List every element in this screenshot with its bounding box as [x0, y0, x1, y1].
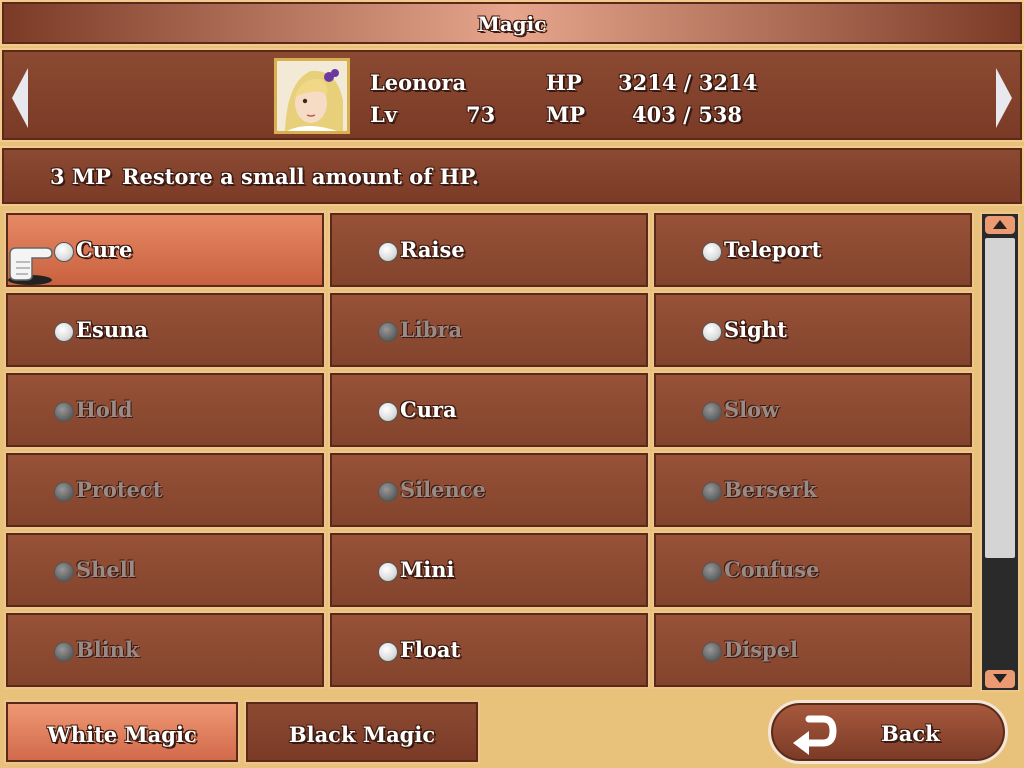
tab-white-magic[interactable]: White Magic — [4, 700, 240, 764]
spell-libra[interactable]: Libra — [328, 291, 650, 369]
tab-label: White Magic — [47, 722, 197, 747]
character-name: Leonora — [370, 70, 467, 95]
spell-name: Raise — [400, 237, 465, 262]
portrait-image — [277, 61, 347, 131]
orb-icon — [702, 562, 722, 582]
spell-dispel[interactable]: Dispel — [652, 611, 974, 689]
level-value: 73 — [466, 102, 496, 127]
spell-confuse[interactable]: Confuse — [652, 531, 974, 609]
title-bar: Magic — [0, 0, 1024, 46]
orb-icon — [54, 242, 74, 262]
spell-hold[interactable]: Hold — [4, 371, 326, 449]
back-button[interactable]: Back — [768, 700, 1008, 764]
mp-value: 403 / 538 — [632, 102, 742, 127]
orb-icon — [702, 402, 722, 422]
spell-blink[interactable]: Blink — [4, 611, 326, 689]
screen-title: Magic — [477, 12, 547, 36]
spell-name: Dispel — [724, 637, 799, 662]
scroll-thumb[interactable] — [985, 238, 1015, 558]
spell-shell[interactable]: Shell — [4, 531, 326, 609]
orb-icon — [378, 562, 398, 582]
spell-name: Shell — [76, 557, 136, 582]
spell-teleport[interactable]: Teleport — [652, 211, 974, 289]
pointing-hand-icon — [8, 247, 53, 285]
spell-esuna[interactable]: Esuna — [4, 291, 326, 369]
spell-name: Hold — [76, 397, 133, 422]
spell-silence[interactable]: Silence — [328, 451, 650, 529]
bottom-bar: White Magic Black Magic Back — [0, 696, 1024, 768]
orb-icon — [54, 402, 74, 422]
spell-name: Protect — [76, 477, 163, 502]
spell-name: Confuse — [724, 557, 820, 582]
spell-name: Teleport — [724, 237, 822, 262]
orb-icon — [702, 642, 722, 662]
orb-icon — [54, 482, 74, 502]
spell-float[interactable]: Float — [328, 611, 650, 689]
spell-name: Libra — [400, 317, 463, 342]
character-portrait — [274, 58, 350, 134]
orb-icon — [378, 402, 398, 422]
spell-sight[interactable]: Sight — [652, 291, 974, 369]
arrow-right-icon[interactable] — [996, 68, 1012, 128]
spell-name: Berserk — [724, 477, 817, 502]
scroll-up-button[interactable] — [985, 216, 1015, 234]
spell-protect[interactable]: Protect — [4, 451, 326, 529]
spell-name: Silence — [400, 477, 486, 502]
spell-slow[interactable]: Slow — [652, 371, 974, 449]
spell-grid: Cure Raise Teleport Esuna Libra Sight Hold Cura… — [4, 211, 976, 693]
orb-icon — [54, 322, 74, 342]
orb-icon — [378, 322, 398, 342]
orb-icon — [378, 242, 398, 262]
spell-mini[interactable]: Mini — [328, 531, 650, 609]
spell-name: Esuna — [76, 317, 148, 342]
scroll-down-button[interactable] — [985, 670, 1015, 688]
spell-cost: 3 MP — [50, 164, 111, 189]
orb-icon — [378, 482, 398, 502]
mp-label: MP — [546, 102, 586, 127]
orb-icon — [702, 322, 722, 342]
scrollbar[interactable] — [980, 212, 1020, 692]
hp-label: HP — [546, 70, 582, 95]
spell-berserk[interactable]: Berserk — [652, 451, 974, 529]
spell-description: Restore a small amount of HP. — [122, 164, 480, 189]
orb-icon — [54, 642, 74, 662]
level-label: Lv — [370, 102, 397, 127]
return-arrow-icon — [793, 715, 837, 755]
spell-name: Mini — [400, 557, 455, 582]
description-panel: 3 MP Restore a small amount of HP. — [0, 146, 1024, 206]
hp-value: 3214 / 3214 — [618, 70, 758, 95]
spell-name: Float — [400, 637, 461, 662]
tab-label: Black Magic — [288, 722, 436, 747]
spell-raise[interactable]: Raise — [328, 211, 650, 289]
tab-black-magic[interactable]: Black Magic — [244, 700, 480, 764]
spell-name: Sight — [724, 317, 787, 342]
spell-name: Blink — [76, 637, 140, 662]
orb-icon — [54, 562, 74, 582]
orb-icon — [378, 642, 398, 662]
spell-name: Cure — [76, 237, 133, 262]
spell-name: Slow — [724, 397, 780, 422]
back-label: Back — [881, 721, 940, 746]
orb-icon — [702, 242, 722, 262]
arrow-left-icon[interactable] — [12, 68, 28, 128]
spell-cura[interactable]: Cura — [328, 371, 650, 449]
character-panel: Leonora Lv 73 HP 3214 / 3214 MP 403 / 53… — [0, 48, 1024, 142]
orb-icon — [702, 482, 722, 502]
spell-name: Cura — [400, 397, 457, 422]
